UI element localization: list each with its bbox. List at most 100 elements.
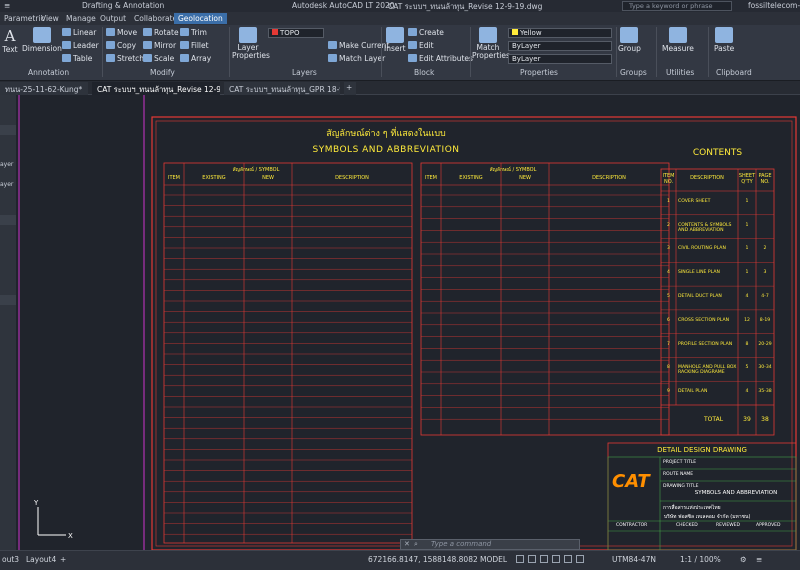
workspace-switcher[interactable]: Drafting & Annotation [82, 1, 164, 10]
panel-label-modify[interactable]: Modify [150, 68, 175, 77]
scale-button[interactable]: Scale [143, 54, 174, 63]
app-menu-icon[interactable]: ≡ [4, 1, 10, 10]
ribbon-tab-bar: Parametric View Manage Output Collaborat… [0, 12, 800, 25]
array-button[interactable]: Array [180, 54, 211, 63]
customize-icon[interactable]: ≡ [756, 555, 762, 564]
edit-block-button[interactable]: Edit [408, 41, 434, 50]
checked-label: CHECKED [676, 523, 698, 528]
contents-item-qty: 4 [745, 294, 749, 299]
palette-header[interactable] [0, 215, 16, 225]
layer-dropdown[interactable]: TOPO [268, 28, 324, 38]
rotate-button[interactable]: Rotate [143, 28, 179, 37]
match-properties-icon [479, 27, 497, 43]
panel-label-layers[interactable]: Layers [292, 68, 317, 77]
right-header-new: NEW [519, 175, 531, 181]
layout-tab[interactable]: out3 [2, 555, 19, 564]
palette-header[interactable] [0, 125, 16, 135]
match-layer-button[interactable]: Match Layer [328, 54, 385, 63]
new-tab-button[interactable]: + [344, 82, 356, 95]
lineweight-dropdown[interactable]: ByLayer [508, 54, 612, 64]
command-input[interactable]: Type a command [431, 540, 491, 548]
contents-item-desc: PROFILE SECTION PLAN [678, 341, 733, 347]
coordinate-system-label[interactable]: UTM84-47N [612, 555, 656, 564]
insert-button[interactable]: Insert [384, 27, 406, 53]
drawing-title-th: สัญลักษณ์ต่าง ๆ ที่แสดงในแบบ [326, 129, 446, 139]
app-title: Autodesk AutoCAD LT 2020 [292, 1, 395, 10]
measure-button[interactable]: Measure [662, 27, 694, 53]
drawing-canvas[interactable]: Y X สัญลักษณ์ต่าง ๆ ที่แสดงในแบบ SYMBOLS… [16, 95, 800, 550]
fillet-button[interactable]: Fillet [180, 41, 209, 50]
panel-divider [102, 27, 103, 77]
paste-button[interactable]: Paste [714, 27, 734, 53]
command-line[interactable]: ✕ ⌕ Type a command [400, 539, 580, 550]
tab-output[interactable]: Output [96, 13, 130, 24]
edit-attributes-button[interactable]: Edit Attributes [408, 54, 473, 63]
command-close-icon[interactable]: ✕ [404, 540, 410, 548]
mirror-button[interactable]: Mirror [143, 41, 176, 50]
dimension-button[interactable]: Dimension [22, 27, 62, 53]
route-name-label: ROUTE NAME [663, 472, 694, 477]
tab-manage[interactable]: Manage [62, 13, 100, 24]
color-dropdown[interactable]: Yellow [508, 28, 612, 38]
tab-geolocation[interactable]: Geolocation [174, 13, 227, 24]
move-icon [106, 28, 115, 36]
panel-label-annotation[interactable]: Annotation [28, 68, 69, 77]
stretch-button[interactable]: Stretch [106, 54, 144, 63]
copy-button[interactable]: Copy [106, 41, 136, 50]
grid-toggle-icon[interactable] [516, 555, 588, 564]
company-name: บริษัท ฟอสซิล เทเลคอม จำกัด (มหาชน) [664, 514, 751, 520]
palette-item[interactable]: ayer [0, 161, 16, 171]
stretch-icon [106, 54, 115, 62]
match-properties-button[interactable]: Match Properties [472, 27, 510, 60]
panel-divider [656, 27, 657, 77]
palette-header[interactable] [0, 295, 16, 305]
linear-button[interactable]: Linear [62, 28, 96, 37]
contractor-label: CONTRACTOR [616, 523, 648, 528]
leader-button[interactable]: Leader [62, 41, 99, 50]
panel-label-block[interactable]: Block [414, 68, 434, 77]
panel-label-groups[interactable]: Groups [620, 68, 647, 77]
drawing-title-en: SYMBOLS AND ABBREVIATION [312, 145, 460, 155]
contents-item-no: 3 [667, 246, 670, 252]
help-search-input[interactable]: Type a keyword or phrase [622, 1, 732, 11]
doc-tab-active[interactable]: CAT ระบบฯ_ทนนล้าทุน_Revise 12-9-19* [92, 82, 220, 95]
contents-item-qty: 12 [744, 317, 750, 323]
annotation-scale[interactable]: 1:1 / 100% [680, 555, 721, 564]
panel-label-clipboard[interactable]: Clipboard [716, 68, 752, 77]
trim-button[interactable]: Trim [180, 28, 207, 37]
dimension-icon [32, 27, 51, 43]
doc-tab[interactable]: CAT ระบบฯ_ทนนล้าทุน_GPR 18-9-19* [224, 82, 340, 95]
svg-text:Y: Y [33, 499, 39, 507]
linear-icon [62, 28, 71, 36]
tab-view[interactable]: View [37, 13, 63, 24]
panel-label-utilities[interactable]: Utilities [666, 68, 694, 77]
workspace-settings-icon[interactable]: ⚙ [740, 555, 747, 564]
group-icon [620, 27, 639, 43]
contents-item-qty: 1 [745, 246, 749, 252]
command-search-icon[interactable]: ⌕ [414, 540, 418, 549]
contents-item-qty: 8 [745, 341, 749, 347]
move-button[interactable]: Move [106, 28, 137, 37]
create-block-button[interactable]: Create [408, 28, 444, 37]
palette-item[interactable]: ayer [0, 181, 16, 191]
contents-header-no: ITEM NO. [662, 173, 675, 185]
doc-tab[interactable]: ทนน-25-11-62-Kung* [0, 82, 88, 95]
table-button[interactable]: Table [62, 54, 92, 63]
model-space-toggle[interactable]: MODEL [480, 555, 507, 564]
contents-item-no: 1 [667, 198, 670, 204]
paste-icon [715, 27, 734, 43]
linetype-dropdown[interactable]: ByLayer [508, 41, 612, 51]
edit-block-icon [408, 41, 417, 49]
user-account[interactable]: fossiltelecom-20 [748, 1, 800, 10]
contents-item-no: 8 [667, 365, 670, 371]
text-button[interactable]: A Text [1, 27, 19, 54]
group-button[interactable]: Group [618, 27, 641, 53]
edit-attributes-icon [408, 54, 417, 62]
left-table-group-label: สัญลักษณ์ / SYMBOL [232, 167, 280, 173]
leader-icon [62, 41, 71, 49]
panel-label-properties[interactable]: Properties [520, 68, 558, 77]
add-layout-button[interactable]: + [60, 555, 66, 564]
layer-properties-button[interactable]: Layer Properties [232, 27, 270, 60]
layer-color-swatch [272, 29, 278, 35]
layout-tab[interactable]: Layout4 [26, 555, 56, 564]
